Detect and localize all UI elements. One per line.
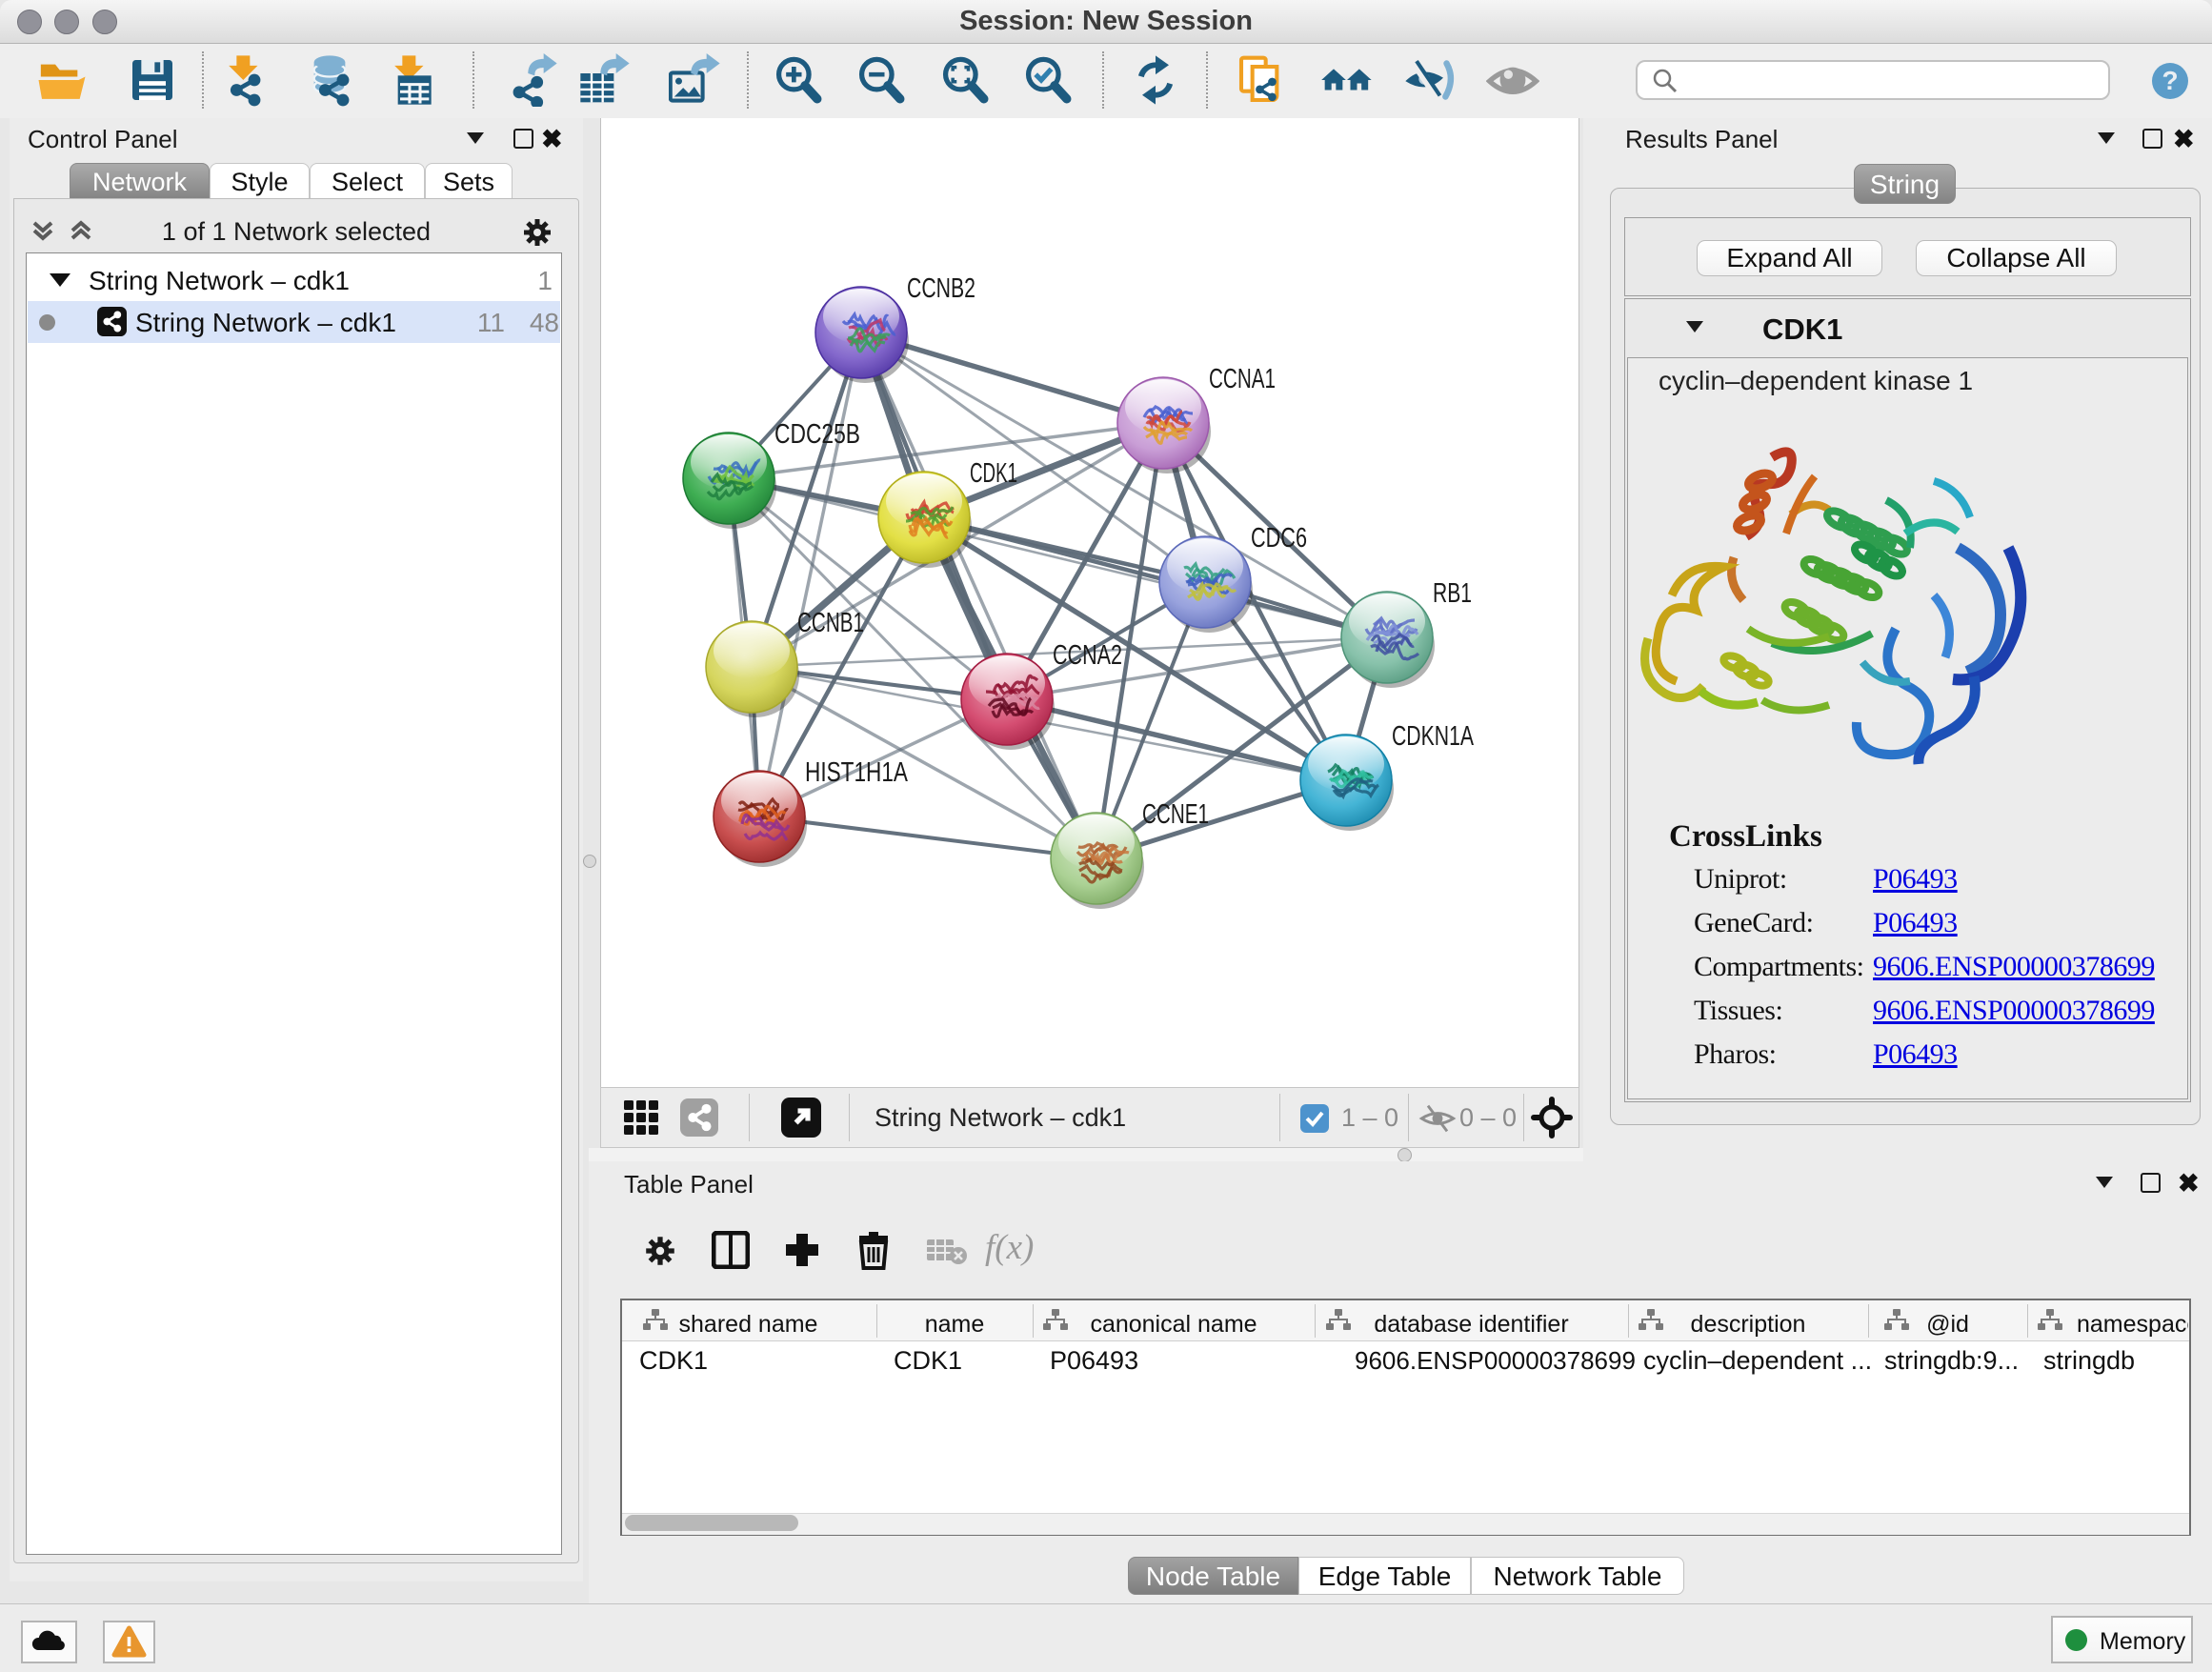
- svg-text:CCNB1: CCNB1: [797, 608, 864, 638]
- svg-text:CDC6: CDC6: [1251, 523, 1307, 554]
- svg-text:CCNB2: CCNB2: [907, 273, 975, 304]
- svg-text:CDKN1A: CDKN1A: [1392, 721, 1474, 752]
- svg-text:?: ?: [2162, 66, 2178, 95]
- svg-text:CDC25B: CDC25B: [774, 419, 860, 450]
- svg-text:CDK1: CDK1: [970, 458, 1017, 489]
- svg-text:CCNA1: CCNA1: [1209, 364, 1276, 394]
- svg-text:RB1: RB1: [1433, 578, 1472, 609]
- svg-text:CCNA2: CCNA2: [1053, 640, 1122, 671]
- svg-text:HIST1H1A: HIST1H1A: [805, 757, 909, 788]
- svg-text:CCNE1: CCNE1: [1142, 799, 1209, 830]
